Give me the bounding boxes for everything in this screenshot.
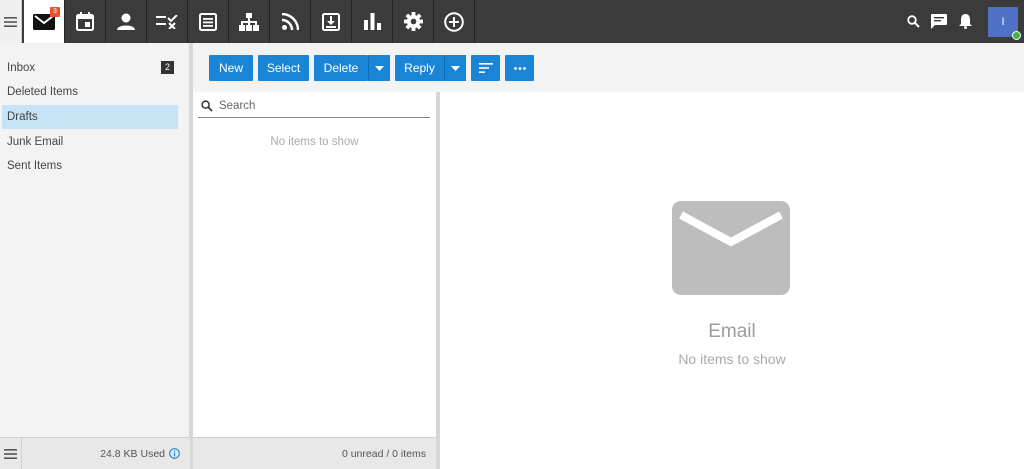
global-search-button[interactable]	[900, 0, 926, 43]
folder-menu-button[interactable]	[0, 438, 22, 469]
top-app-bar: 3 I	[0, 0, 1024, 43]
folder-drafts[interactable]: Drafts	[2, 105, 178, 129]
message-search	[198, 94, 430, 118]
app-contacts[interactable]	[106, 0, 147, 43]
empty-state-title: Email	[708, 321, 756, 342]
list-empty-text: No items to show	[270, 136, 359, 148]
folder-label: Deleted Items	[7, 86, 78, 98]
sort-icon	[478, 63, 493, 73]
app-reports[interactable]	[352, 0, 393, 43]
folder-pane-footer: 24.8 KB Used	[0, 437, 190, 469]
info-icon[interactable]	[169, 448, 180, 459]
app-calendar[interactable]	[65, 0, 106, 43]
envelope-icon	[672, 201, 790, 295]
folder-inbox[interactable]: Inbox 2	[2, 56, 178, 80]
add-app-icon	[444, 11, 464, 32]
reply-button[interactable]: Reply	[395, 55, 444, 81]
online-status-dot	[1012, 30, 1021, 40]
contacts-icon	[117, 13, 135, 30]
org-chart-icon	[239, 12, 259, 31]
new-button[interactable]: New	[209, 55, 253, 81]
tasks-icon	[156, 14, 178, 29]
chat-icon	[931, 14, 947, 29]
folder-junk-email[interactable]: Junk Email	[2, 130, 178, 154]
app-add[interactable]	[434, 0, 475, 43]
chat-button[interactable]	[926, 0, 952, 43]
delete-dropdown-button[interactable]	[368, 55, 390, 81]
app-settings[interactable]	[393, 0, 434, 43]
notes-icon	[199, 12, 217, 31]
search-icon	[906, 15, 920, 28]
calendar-icon	[76, 12, 94, 31]
reports-icon	[363, 13, 381, 30]
rss-icon	[281, 13, 299, 30]
caret-down-icon	[451, 65, 460, 71]
unread-badge: 3	[50, 7, 60, 17]
app-org-chart[interactable]	[229, 0, 270, 43]
select-button[interactable]: Select	[258, 55, 309, 81]
folder-label: Inbox	[7, 62, 36, 74]
app-mail[interactable]: 3	[24, 0, 65, 43]
download-icon	[322, 12, 340, 31]
item-count-text: 0 unread / 0 items	[341, 447, 426, 460]
search-input[interactable]	[219, 99, 419, 112]
folder-label: Drafts	[7, 111, 38, 123]
app-notes[interactable]	[188, 0, 229, 43]
folder-deleted-items[interactable]: Deleted Items	[2, 80, 178, 104]
notifications-button[interactable]	[952, 0, 978, 43]
inbox-count-badge: 2	[161, 61, 174, 74]
avatar-initial: I	[1001, 15, 1005, 28]
avatar[interactable]: I	[988, 6, 1021, 40]
bell-icon	[958, 14, 972, 29]
hamburger-icon	[4, 16, 17, 27]
storage-usage: 24.8 KB Used	[100, 438, 180, 469]
message-list-footer: 0 unread / 0 items	[193, 437, 436, 469]
folder-pane: Inbox 2 Deleted Items Drafts Junk Email …	[0, 43, 190, 437]
folder-sent-items[interactable]: Sent Items	[2, 154, 178, 178]
hamburger-icon	[4, 448, 17, 459]
app-tasks[interactable]	[147, 0, 188, 43]
search-icon	[201, 99, 213, 112]
reading-pane: Email No items to show	[440, 92, 1024, 469]
app-download[interactable]	[311, 0, 352, 43]
caret-down-icon	[375, 65, 384, 71]
folder-label: Junk Email	[7, 136, 64, 148]
settings-icon	[403, 12, 423, 31]
folder-label: Sent Items	[7, 160, 62, 172]
message-list: No items to show	[193, 92, 436, 437]
main-menu-button[interactable]	[0, 0, 22, 43]
app-rss[interactable]	[270, 0, 311, 43]
more-horizontal-icon	[513, 66, 526, 70]
mail-toolbar: New Select Delete Reply	[192, 43, 1024, 92]
empty-state-subtitle: No items to show	[678, 351, 786, 367]
delete-button[interactable]: Delete	[314, 55, 368, 81]
sort-button[interactable]	[471, 55, 500, 81]
more-actions-button[interactable]	[505, 55, 534, 81]
reply-dropdown-button[interactable]	[444, 55, 466, 81]
storage-usage-text: 24.8 KB Used	[100, 447, 165, 460]
